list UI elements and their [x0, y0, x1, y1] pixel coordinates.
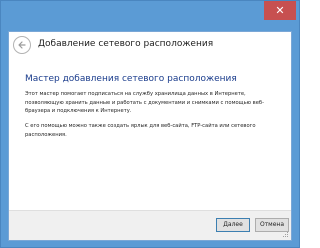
window-titlebar[interactable]: ✕ — [1, 1, 299, 31]
back-arrow-icon — [18, 41, 26, 49]
cancel-button[interactable]: Отмена — [255, 218, 289, 232]
button-bar: Далее Отмена — [9, 210, 291, 240]
resize-grip-icon[interactable] — [283, 232, 289, 238]
wizard-header: Добавление сетевого расположения — [9, 32, 291, 60]
dialog-content: Добавление сетевого расположения Мастер … — [8, 31, 292, 241]
close-button[interactable]: ✕ — [264, 1, 296, 20]
next-button[interactable]: Далее — [216, 218, 250, 232]
dialog-window: ✕ Добавление сетевого расположения Масте… — [0, 0, 300, 248]
description-text: Этот мастер помогает подписаться на служ… — [25, 91, 264, 114]
shortcut-description-text: С его помощью можно также создать ярлык … — [25, 123, 256, 138]
page-heading: Мастер добавления сетевого расположения — [25, 74, 237, 84]
back-button[interactable] — [13, 36, 31, 54]
dialog-title: Добавление сетевого расположения — [38, 39, 214, 49]
close-icon: ✕ — [275, 4, 285, 17]
